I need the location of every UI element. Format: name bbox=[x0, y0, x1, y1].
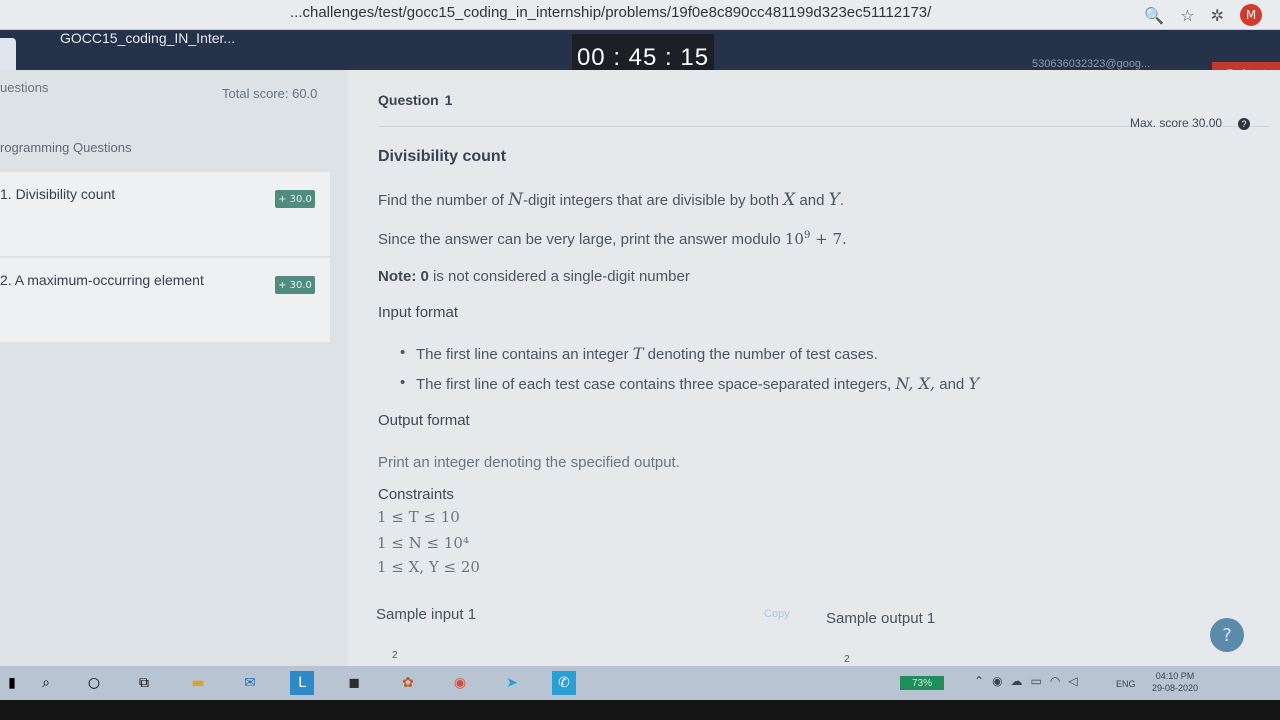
browser-address-bar[interactable]: ...challenges/test/gocc15_coding_in_inte… bbox=[0, 0, 1280, 30]
sidebar-item-maximum-occurring[interactable]: 2. A maximum-occurring element + 30.0 bbox=[0, 258, 330, 342]
sample-input-heading: Sample input 1 bbox=[376, 606, 477, 623]
score-badge: + 30.0 bbox=[275, 276, 315, 294]
sample-output-heading: Sample output 1 bbox=[826, 610, 936, 627]
score-badge: + 30.0 bbox=[275, 190, 315, 208]
profile-avatar[interactable]: M bbox=[1240, 4, 1262, 26]
store-icon[interactable]: ◼ bbox=[342, 671, 366, 695]
help-icon[interactable]: ? bbox=[1238, 117, 1251, 130]
star-icon[interactable]: ☆ bbox=[1180, 6, 1194, 25]
text: The first line of each test case contain… bbox=[416, 376, 896, 393]
question-heading: Question 1 bbox=[378, 92, 452, 108]
text: Since the answer can be very large, prin… bbox=[378, 231, 785, 248]
question-panel: Question 1 Max. score 30.00? Divisibility… bbox=[348, 70, 1280, 666]
max-score: Max. score 30.00? bbox=[1130, 116, 1251, 130]
input-format-heading: Input format bbox=[378, 304, 459, 321]
sidebar-item-divisibility-count[interactable]: 1. Divisibility count + 30.0 bbox=[0, 172, 330, 256]
browser-toolbar-icons: 🔍 ☆ ✲ M bbox=[1144, 4, 1262, 26]
max-score-label: Max. score 30.00 bbox=[1130, 116, 1223, 130]
math-tail: + 7. bbox=[810, 230, 847, 248]
text: . bbox=[839, 192, 844, 209]
problem-title: Divisibility count bbox=[378, 148, 507, 165]
question-number: 1 bbox=[444, 92, 453, 108]
chrome-icon[interactable]: ◉ bbox=[448, 671, 472, 695]
output-format-heading: Output format bbox=[378, 412, 470, 429]
text: is not considered a single-digit number bbox=[428, 268, 690, 285]
windows-taskbar: ▮ ⌕ ○ ⧉ ▬ ✉ L ◼ ✿ ◉ ➤ ✆ 73% ⌃ ◉ ☁ ▭ ◠ ◁ … bbox=[0, 666, 1280, 700]
language-indicator[interactable]: ENG bbox=[1116, 679, 1136, 689]
zoom-icon[interactable]: 🔍 bbox=[1144, 6, 1164, 25]
text: Find the number of bbox=[378, 192, 509, 209]
statement-line-1: Find the number of N-digit integers that… bbox=[378, 190, 844, 210]
clock-time: 04:10 PM bbox=[1155, 671, 1195, 681]
clock[interactable]: 04:10 PM 29-08-2020 bbox=[1152, 670, 1198, 694]
note-label: Note: bbox=[378, 268, 421, 285]
sample-output-value: 2 bbox=[844, 654, 850, 665]
whatsapp-icon[interactable]: ✆ bbox=[552, 671, 576, 695]
battery-indicator[interactable]: 73% bbox=[900, 676, 944, 690]
text: The first line contains an integer bbox=[416, 346, 633, 363]
math-var: N bbox=[508, 190, 523, 210]
system-tray: ⌃ ◉ ☁ ▭ ◠ ◁ bbox=[974, 674, 1078, 688]
test-title: GOCC15_coding_IN_Inter... bbox=[60, 30, 236, 46]
battery-icon[interactable]: ▭ bbox=[1031, 674, 1042, 688]
extensions-icon[interactable]: ✲ bbox=[1211, 6, 1224, 25]
app-l-icon[interactable]: L bbox=[290, 671, 314, 695]
question-heading-label: Question bbox=[378, 92, 439, 108]
mail-icon[interactable]: ✉ bbox=[238, 671, 262, 695]
sample-input-value: 2 bbox=[392, 650, 398, 661]
list-item: The first line contains an integer T den… bbox=[400, 344, 979, 374]
text: and bbox=[795, 192, 829, 209]
list-item: The first line of each test case contain… bbox=[400, 374, 979, 404]
text: denoting the number of test cases. bbox=[643, 346, 878, 363]
constraint-line: 1 ≤ N ≤ 10⁴ bbox=[377, 534, 469, 552]
volume-icon[interactable]: ◁ bbox=[1068, 674, 1077, 688]
record-icon[interactable]: ◉ bbox=[992, 674, 1002, 688]
math-var: X bbox=[783, 190, 796, 210]
math-var: N, X, bbox=[895, 374, 936, 393]
file-explorer-icon[interactable]: ▬ bbox=[186, 671, 210, 695]
help-chat-icon[interactable]: ? bbox=[1210, 618, 1244, 652]
output-format-text: Print an integer denoting the specified … bbox=[378, 454, 680, 471]
cortana-icon[interactable]: ○ bbox=[82, 671, 106, 695]
chevron-up-icon[interactable]: ⌃ bbox=[974, 674, 984, 688]
constraint-line: 1 ≤ X, Y ≤ 20 bbox=[377, 558, 480, 576]
constraints-heading: Constraints bbox=[378, 486, 454, 503]
clock-date: 29-08-2020 bbox=[1152, 683, 1199, 693]
text: -digit integers that are divisible by bo… bbox=[522, 192, 784, 209]
url-text[interactable]: ...challenges/test/gocc15_coding_in_inte… bbox=[290, 4, 931, 21]
total-score: Total score: 60.0 bbox=[222, 86, 318, 101]
wifi-icon[interactable]: ◠ bbox=[1050, 674, 1060, 688]
input-format-list: The first line contains an integer T den… bbox=[400, 344, 979, 404]
cloud-icon[interactable]: ☁ bbox=[1011, 674, 1023, 688]
sidebar-item-label: 2. A maximum-occurring element bbox=[0, 272, 204, 288]
start-icon[interactable]: ▮ bbox=[0, 671, 24, 695]
task-view-icon[interactable]: ⧉ bbox=[132, 671, 156, 695]
math-base: 10 bbox=[784, 230, 804, 248]
questions-label: uestions bbox=[0, 80, 49, 95]
section-label: rogramming Questions bbox=[0, 140, 132, 155]
note-line: Note: 0 is not considered a single-digit… bbox=[378, 268, 690, 285]
constraint-line: 1 ≤ T ≤ 10 bbox=[377, 508, 460, 526]
copy-button[interactable]: Copy bbox=[764, 608, 790, 620]
telegram-icon[interactable]: ➤ bbox=[500, 671, 524, 695]
questions-sidebar: uestions Total score: 60.0 rogramming Qu… bbox=[0, 70, 348, 666]
app-icon[interactable]: ✿ bbox=[396, 671, 420, 695]
math-var: T bbox=[632, 344, 644, 363]
sidebar-item-label: 1. Divisibility count bbox=[0, 186, 116, 202]
statement-line-2: Since the answer can be very large, prin… bbox=[378, 230, 847, 248]
monitor-bezel bbox=[0, 700, 1280, 720]
note-zero: 0 bbox=[420, 268, 429, 285]
search-icon[interactable]: ⌕ bbox=[34, 671, 58, 695]
user-email: 530636032323@goog... bbox=[1032, 58, 1151, 70]
math-var: Y bbox=[828, 190, 840, 210]
math-var: Y bbox=[968, 374, 979, 393]
text: and bbox=[935, 376, 969, 393]
